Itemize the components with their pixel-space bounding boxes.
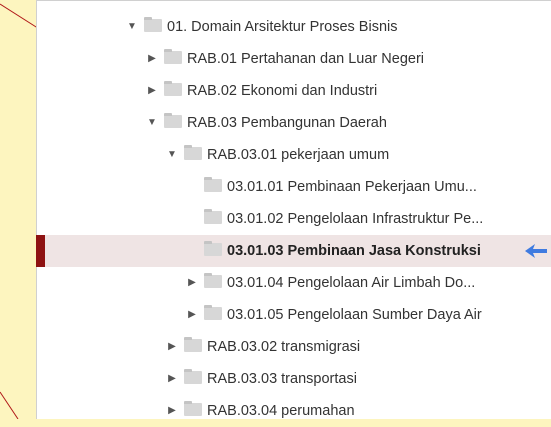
tree-item[interactable]: ▶ RAB.03.02 transmigrasi: [37, 331, 551, 363]
tree-item-label: RAB.01 Pertahanan dan Luar Negeri: [187, 51, 424, 67]
tree-item[interactable]: ▼ 01. Domain Arsitektur Proses Bisnis: [37, 11, 551, 43]
selection-indicator: [36, 235, 45, 267]
tree-item[interactable]: ▼ RAB.03.01 pekerjaan umum: [37, 139, 551, 171]
tree-item-label: RAB.03.03 transportasi: [207, 371, 357, 387]
folder-icon: [204, 177, 222, 193]
expand-arrow-right-icon[interactable]: ▶: [165, 395, 179, 427]
tree-item-label: 03.01.01 Pembinaan Pekerjaan Umu...: [227, 179, 477, 195]
tree-item-label: 03.01.05 Pengelolaan Sumber Daya Air: [227, 307, 482, 323]
tree-item[interactable]: ▶ RAB.03.04 perumahan: [37, 395, 551, 427]
tree-item-label: RAB.03.04 perumahan: [207, 403, 355, 419]
folder-icon: [204, 305, 222, 321]
arrow-left-icon: [525, 244, 547, 258]
tree-view: ▼ 01. Domain Arsitektur Proses Bisnis ▶ RAB…: [36, 1, 551, 427]
tree-item[interactable]: ▶ RAB.02 Ekonomi dan Industri: [37, 75, 551, 107]
tree-item[interactable]: ▶ 03.01.04 Pengelolaan Air Limbah Do...: [37, 267, 551, 299]
expand-arrow-right-icon[interactable]: ▶: [145, 75, 159, 107]
folder-icon: [164, 81, 182, 97]
folder-icon: [164, 113, 182, 129]
tree-item-label: RAB.03.02 transmigrasi: [207, 339, 361, 355]
folder-icon: [184, 337, 202, 353]
folder-icon: [184, 369, 202, 385]
expand-arrow-right-icon[interactable]: ▶: [165, 363, 179, 395]
tree-item[interactable]: ▶ 03.01.05 Pengelolaan Sumber Daya Air: [37, 299, 551, 331]
folder-icon: [144, 17, 162, 33]
expand-arrow-down-icon[interactable]: ▼: [145, 107, 159, 139]
folder-icon: [204, 241, 222, 257]
tree-item-label: RAB.03 Pembangunan Daerah: [187, 115, 387, 131]
tree-item[interactable]: 03.01.02 Pengelolaan Infrastruktur Pe...: [37, 203, 551, 235]
folder-icon: [204, 209, 222, 225]
folder-icon: [184, 145, 202, 161]
tree-panel: ▼ 01. Domain Arsitektur Proses Bisnis ▶ RAB…: [36, 0, 551, 419]
tree-item-label: 01. Domain Arsitektur Proses Bisnis: [167, 19, 398, 35]
expand-arrow-down-icon[interactable]: ▼: [165, 139, 179, 171]
tree-item-label: RAB.02 Ekonomi dan Industri: [187, 83, 378, 99]
expand-arrow-right-icon[interactable]: ▶: [145, 43, 159, 75]
tree-item[interactable]: 03.01.01 Pembinaan Pekerjaan Umu...: [37, 171, 551, 203]
folder-icon: [204, 273, 222, 289]
expand-arrow-right-icon[interactable]: ▶: [165, 331, 179, 363]
tree-item[interactable]: ▼ RAB.03 Pembangunan Daerah: [37, 107, 551, 139]
tree-item-label: 03.01.03 Pembinaan Jasa Konstruksi: [227, 243, 481, 259]
tree-item-label: RAB.03.01 pekerjaan umum: [207, 147, 390, 163]
expand-arrow-right-icon[interactable]: ▶: [185, 299, 199, 331]
tree-item[interactable]: ▶ RAB.03.03 transportasi: [37, 363, 551, 395]
folder-icon: [184, 401, 202, 417]
tree-item[interactable]: ▶ RAB.01 Pertahanan dan Luar Negeri: [37, 43, 551, 75]
expand-arrow-down-icon[interactable]: ▼: [125, 11, 139, 43]
tree-item-label: 03.01.04 Pengelolaan Air Limbah Do...: [227, 275, 476, 291]
tree-item-selected[interactable]: 03.01.03 Pembinaan Jasa Konstruksi: [36, 235, 551, 267]
expand-arrow-right-icon[interactable]: ▶: [185, 267, 199, 299]
tree-item-label: 03.01.02 Pengelolaan Infrastruktur Pe...: [227, 211, 484, 227]
folder-icon: [164, 49, 182, 65]
